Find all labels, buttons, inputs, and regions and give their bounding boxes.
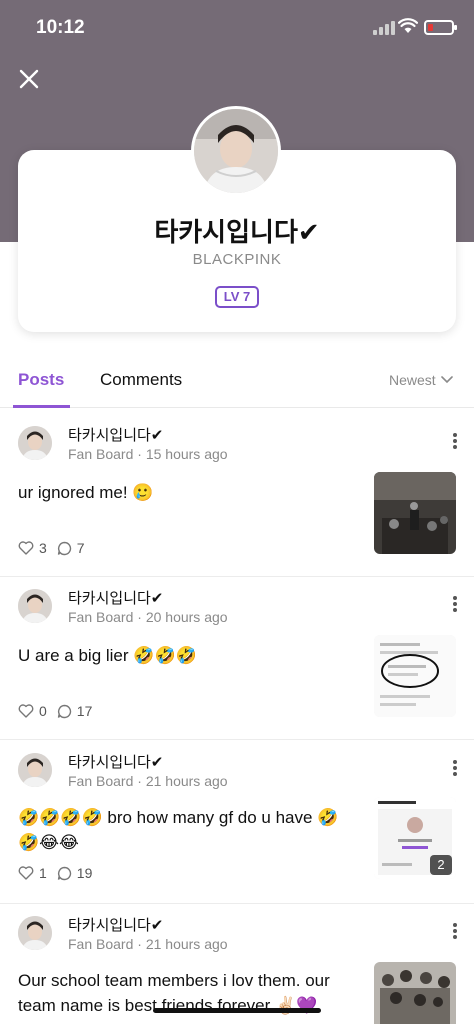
post-item[interactable]: 타카시입니다✔ Fan Board · 15 hours ago ur igno…	[0, 414, 474, 577]
post-meta: Fan Board · 21 hours ago	[68, 936, 228, 952]
comment-icon	[57, 866, 71, 880]
post-author-avatar[interactable]	[18, 753, 52, 787]
post-author-name[interactable]: 타카시입니다✔	[68, 914, 163, 935]
post-author-name[interactable]: 타카시입니다✔	[68, 587, 163, 608]
comment-count[interactable]: 17	[57, 703, 92, 719]
post-stats: 3 7	[18, 540, 95, 556]
post-item[interactable]: 타카시입니다✔ Fan Board · 21 hours ago 🤣🤣🤣🤣 br…	[0, 741, 474, 904]
post-item[interactable]: 타카시입니다✔ Fan Board · 20 hours ago U are a…	[0, 577, 474, 740]
tab-posts[interactable]: Posts	[18, 370, 64, 390]
heart-icon	[18, 541, 34, 555]
active-tab-indicator	[13, 405, 70, 408]
post-author-avatar[interactable]	[18, 426, 52, 460]
sort-label: Newest	[389, 372, 436, 388]
more-icon	[453, 596, 457, 600]
wifi-icon	[398, 18, 418, 33]
close-button[interactable]	[14, 64, 44, 94]
comment-count[interactable]: 7	[57, 540, 85, 556]
battery-icon	[424, 20, 457, 35]
post-author-name[interactable]: 타카시입니다✔	[68, 424, 163, 445]
post-thumbnail[interactable]	[374, 635, 456, 717]
more-options-button[interactable]	[446, 593, 464, 615]
post-board: Fan Board	[68, 609, 134, 625]
post-time: 20 hours ago	[145, 609, 228, 625]
more-icon	[453, 433, 457, 437]
post-meta: Fan Board · 20 hours ago	[68, 609, 228, 625]
profile-avatar[interactable]	[191, 106, 281, 196]
profile-tabs: Posts Comments Newest	[0, 358, 474, 408]
post-thumbnail[interactable]	[374, 962, 456, 1024]
comment-icon	[57, 704, 71, 718]
heart-icon	[18, 866, 34, 880]
profile-name: 타카시입니다✔	[154, 217, 320, 247]
more-options-button[interactable]	[446, 430, 464, 452]
profile-community: BLACKPINK	[192, 251, 282, 268]
post-stats: 0 17	[18, 703, 102, 719]
level-badge: LV 7	[215, 286, 259, 308]
more-icon	[453, 760, 457, 764]
post-thumbnail[interactable]	[374, 472, 456, 554]
post-board: Fan Board	[68, 446, 134, 462]
post-text: U are a big lier 🤣🤣🤣	[18, 646, 197, 665]
more-icon	[453, 923, 457, 927]
post-time: 21 hours ago	[145, 936, 228, 952]
like-count[interactable]: 3	[18, 540, 47, 556]
tab-comments[interactable]: Comments	[100, 370, 182, 390]
post-item[interactable]: 타카시입니다✔ Fan Board · 21 hours ago Our sch…	[0, 904, 474, 1024]
more-options-button[interactable]	[446, 920, 464, 942]
like-count[interactable]: 0	[18, 703, 47, 719]
status-time: 10:12	[36, 17, 85, 38]
comment-icon	[57, 541, 71, 555]
post-stats: 1 19	[18, 865, 102, 881]
post-text: ur ignored me! 🥲	[18, 483, 154, 502]
image-count-badge: 2	[430, 855, 452, 875]
post-author-avatar[interactable]	[18, 589, 52, 623]
post-meta: Fan Board · 15 hours ago	[68, 446, 228, 462]
cellular-signal-icon	[373, 21, 395, 35]
heart-icon	[18, 704, 34, 718]
more-options-button[interactable]	[446, 757, 464, 779]
post-board: Fan Board	[68, 773, 134, 789]
post-time: 21 hours ago	[145, 773, 228, 789]
post-thumbnail[interactable]: 2	[374, 797, 456, 879]
status-bar: 10:12	[0, 0, 474, 54]
post-board: Fan Board	[68, 936, 134, 952]
post-meta: Fan Board · 21 hours ago	[68, 773, 228, 789]
post-author-avatar[interactable]	[18, 916, 52, 950]
home-indicator	[153, 1008, 321, 1013]
chevron-down-icon	[440, 376, 453, 384]
post-text: 🤣🤣🤣🤣 bro how many gf do u have 🤣🤣😂😂	[18, 808, 339, 852]
comment-count[interactable]: 19	[57, 865, 92, 881]
like-count[interactable]: 1	[18, 865, 47, 881]
close-icon	[19, 69, 39, 89]
sort-dropdown[interactable]: Newest	[389, 372, 453, 388]
post-author-name[interactable]: 타카시입니다✔	[68, 751, 163, 772]
post-time: 15 hours ago	[145, 446, 228, 462]
